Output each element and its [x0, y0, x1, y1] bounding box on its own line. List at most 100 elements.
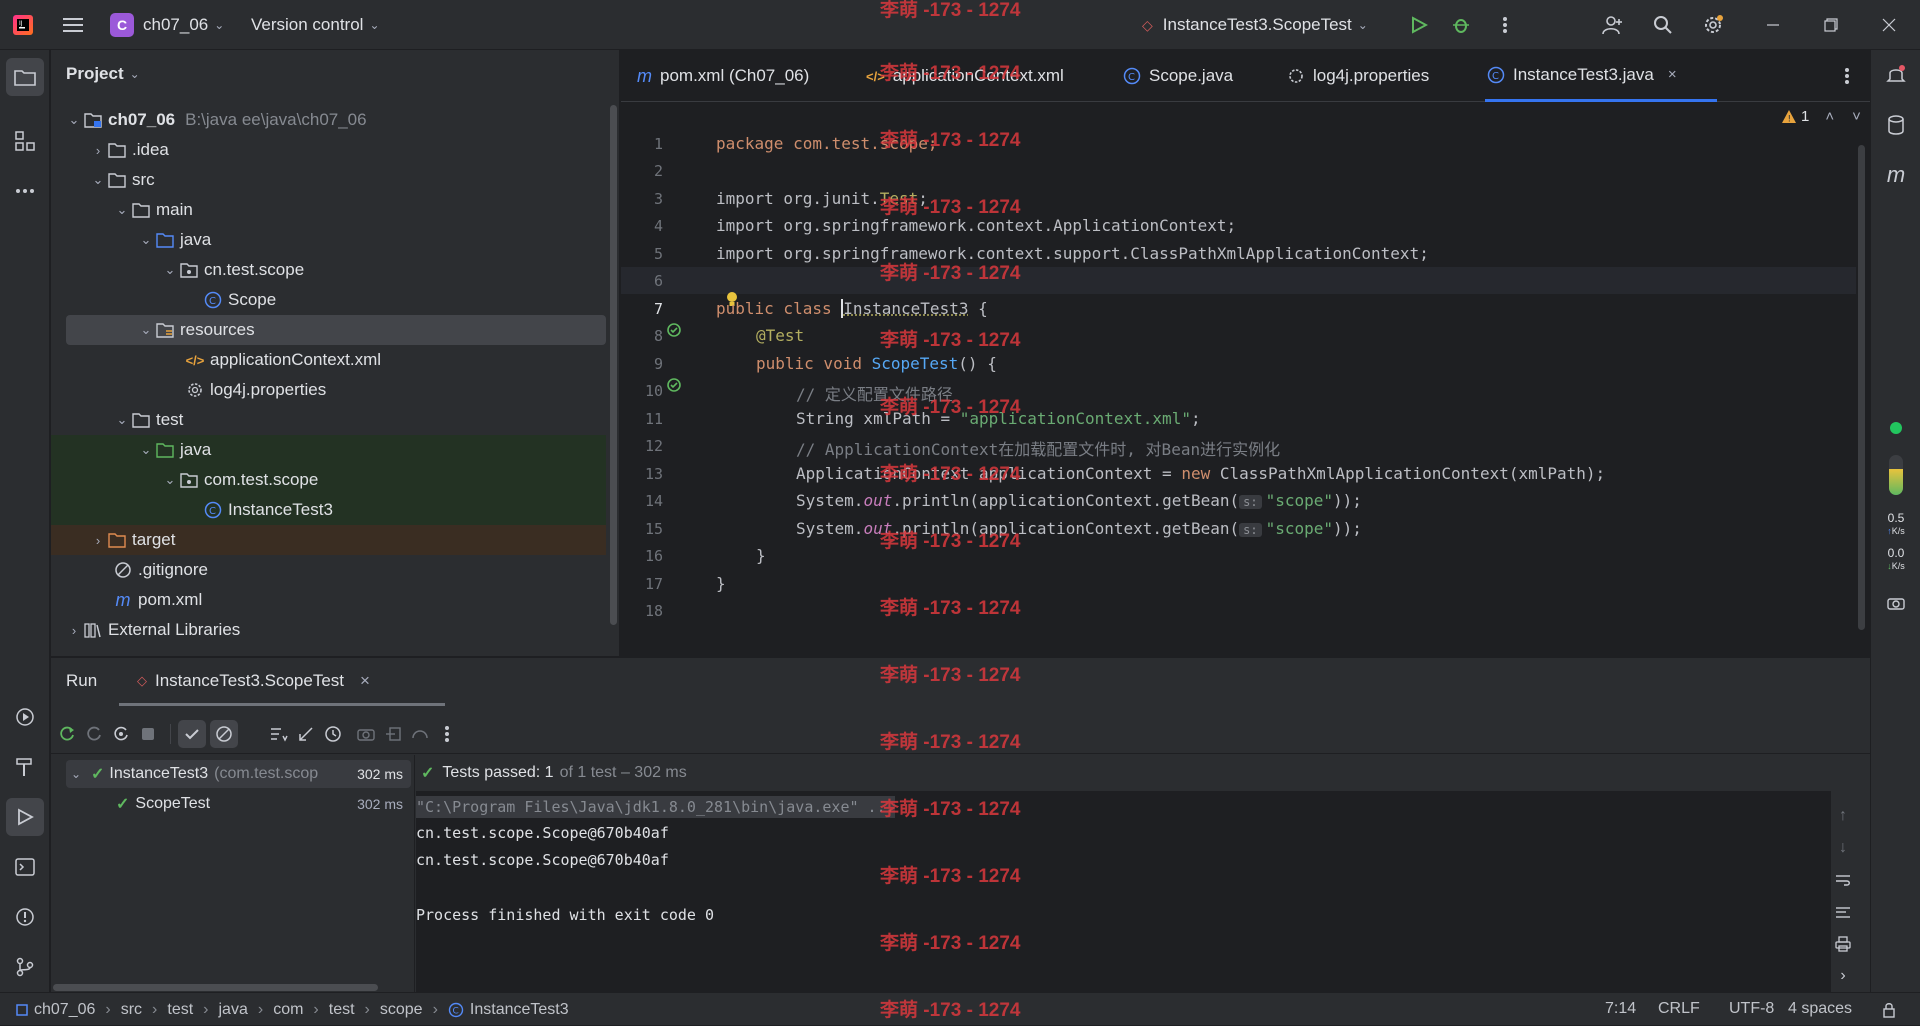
minimize-icon[interactable]: [1760, 12, 1786, 38]
tab-log4j[interactable]: log4j.properties: [1287, 50, 1429, 102]
add-user-icon[interactable]: [1600, 12, 1626, 38]
intellij-logo-icon[interactable]: IJ: [10, 12, 36, 38]
test-tree-scrollbar[interactable]: [53, 984, 378, 991]
tab-scope[interactable]: C Scope.java: [1123, 50, 1233, 102]
git-icon[interactable]: [6, 948, 44, 986]
breadcrumb-item[interactable]: test: [329, 1001, 355, 1019]
structure-icon[interactable]: [6, 122, 44, 160]
tab-pom[interactable]: m pom.xml (Ch07_06): [637, 50, 809, 102]
project-tool-icon[interactable]: [6, 58, 44, 96]
test-row[interactable]: ✓ ScopeTest 302 ms: [66, 790, 411, 818]
main-menu-icon[interactable]: [60, 12, 86, 38]
tab-applicationcontext[interactable]: </> applicationContext.xml: [866, 50, 1064, 102]
database-icon[interactable]: [1883, 112, 1909, 138]
tree-item-root[interactable]: ⌄ ch07_06 B:\java ee\java\ch07_06: [51, 105, 606, 135]
editor-scrollbar[interactable]: [1858, 145, 1865, 630]
tree-item-test-java[interactable]: ⌄ java: [51, 435, 606, 465]
close-tab-icon[interactable]: ×: [1668, 66, 1677, 83]
test-row[interactable]: ⌄ ✓ InstanceTest3 (com.test.scop 302 ms: [66, 760, 411, 788]
tree-item-pom[interactable]: m pom.xml: [51, 585, 606, 615]
settings-gear-icon[interactable]: [1700, 12, 1726, 38]
lock-icon[interactable]: [1882, 1002, 1896, 1018]
project-panel-header[interactable]: Project ⌄: [66, 64, 140, 84]
tree-item-package-test[interactable]: ⌄ com.test.scope: [51, 465, 606, 495]
cursor-position[interactable]: 7:14: [1605, 1000, 1636, 1018]
tree-item-applicationcontext[interactable]: </> applicationContext.xml: [51, 345, 606, 375]
indent-setting[interactable]: 4 spaces: [1788, 1000, 1852, 1018]
breadcrumb-item[interactable]: java: [219, 1001, 248, 1019]
breadcrumb-item[interactable]: InstanceTest3: [470, 1001, 569, 1019]
collapse-all-icon[interactable]: [295, 723, 317, 745]
project-selector[interactable]: C ch07_06 ⌄: [110, 0, 224, 50]
search-icon[interactable]: [1650, 12, 1676, 38]
notifications-bell-icon[interactable]: [1883, 62, 1909, 88]
tree-item-gitignore[interactable]: .gitignore: [51, 555, 606, 585]
maven-tool-icon[interactable]: m: [1883, 162, 1909, 188]
tab-instancetest3[interactable]: C InstanceTest3.java ×: [1485, 50, 1717, 102]
rerun-icon[interactable]: [56, 723, 78, 745]
scroll-up-icon[interactable]: ↑: [1831, 804, 1855, 828]
tree-item-test[interactable]: ⌄ test: [51, 405, 606, 435]
project-scrollbar[interactable]: [610, 105, 617, 625]
breadcrumb-item[interactable]: com: [273, 1001, 303, 1019]
tree-item-instancetest3[interactable]: C InstanceTest3: [51, 495, 606, 525]
tree-item-package-main[interactable]: ⌄ cn.test.scope: [51, 255, 606, 285]
more-actions-icon[interactable]: [436, 723, 458, 745]
tree-item-main-java[interactable]: ⌄ java: [51, 225, 606, 255]
restore-icon[interactable]: [1818, 12, 1844, 38]
tree-item-scope-class[interactable]: C Scope: [51, 285, 606, 315]
stop-icon[interactable]: [137, 723, 159, 745]
tree-item-idea[interactable]: › .idea: [51, 135, 606, 165]
console-output[interactable]: "C:\Program Files\Java\jdk1.8.0_281\bin\…: [416, 791, 1831, 993]
run-tab[interactable]: ◇ InstanceTest3.ScopeTest ×: [119, 658, 445, 706]
tab-options-icon[interactable]: [1835, 64, 1859, 88]
tree-item-src[interactable]: ⌄ src: [51, 165, 606, 195]
run-tool-icon[interactable]: [6, 798, 44, 836]
line-separator[interactable]: CRLF: [1658, 1000, 1700, 1018]
breadcrumb-item[interactable]: src: [121, 1001, 142, 1019]
scroll-to-end-icon[interactable]: [1831, 900, 1855, 924]
run-config-selector[interactable]: ◇ InstanceTest3.ScopeTest ⌄: [1142, 0, 1368, 50]
tree-item-label: .gitignore: [138, 560, 208, 580]
show-passed-icon[interactable]: [178, 720, 206, 748]
breadcrumb-item[interactable]: scope: [380, 1001, 423, 1019]
debug-icon[interactable]: [1448, 12, 1474, 38]
tree-item-log4j[interactable]: log4j.properties: [51, 375, 606, 405]
breadcrumb-item[interactable]: ch07_06: [34, 1001, 95, 1019]
breadcrumb-item[interactable]: test: [167, 1001, 193, 1019]
run-icon[interactable]: [1406, 12, 1432, 38]
svg-text:C: C: [209, 506, 216, 517]
tree-item-target[interactable]: › target: [51, 525, 606, 555]
close-window-icon[interactable]: [1876, 12, 1902, 38]
tree-item-main[interactable]: ⌄ main: [51, 195, 606, 225]
problems-icon[interactable]: [6, 898, 44, 936]
history-icon[interactable]: [322, 723, 344, 745]
code-line-11: String xmlPath = "applicationContext.xml…: [796, 409, 1201, 428]
scroll-down-icon[interactable]: ↓: [1831, 836, 1855, 860]
camera-icon[interactable]: [1883, 590, 1909, 616]
sort-icon[interactable]: [268, 723, 290, 745]
coverage-icon[interactable]: [409, 723, 431, 745]
close-tab-icon[interactable]: ×: [360, 671, 370, 691]
version-control-menu[interactable]: Version control ⌄: [251, 0, 380, 50]
more-actions-icon[interactable]: [1492, 12, 1518, 38]
version-control-label: Version control: [251, 15, 363, 35]
soft-wrap-icon[interactable]: [1831, 868, 1855, 892]
build-hammer-icon[interactable]: [6, 748, 44, 786]
chevron-right-icon[interactable]: ›: [1831, 964, 1855, 988]
toggle-auto-test-icon[interactable]: [110, 723, 132, 745]
export-icon[interactable]: [355, 723, 377, 745]
file-encoding[interactable]: UTF-8: [1729, 1000, 1774, 1018]
code-area[interactable]: package com.test.scope; import org.junit…: [621, 106, 1856, 656]
services-icon[interactable]: [6, 698, 44, 736]
more-tools-icon[interactable]: [6, 172, 44, 210]
print-icon[interactable]: [1831, 932, 1855, 956]
show-ignored-icon[interactable]: [210, 720, 238, 748]
tree-item-external-libraries[interactable]: › External Libraries: [51, 615, 606, 645]
chevron-down-icon: ⌄: [1358, 18, 1368, 32]
import-icon[interactable]: [382, 723, 404, 745]
tree-item-label: cn.test.scope: [204, 260, 304, 280]
terminal-icon[interactable]: [6, 848, 44, 886]
tree-item-resources[interactable]: ⌄ resources: [66, 315, 606, 345]
rerun-failed-icon[interactable]: [83, 723, 105, 745]
